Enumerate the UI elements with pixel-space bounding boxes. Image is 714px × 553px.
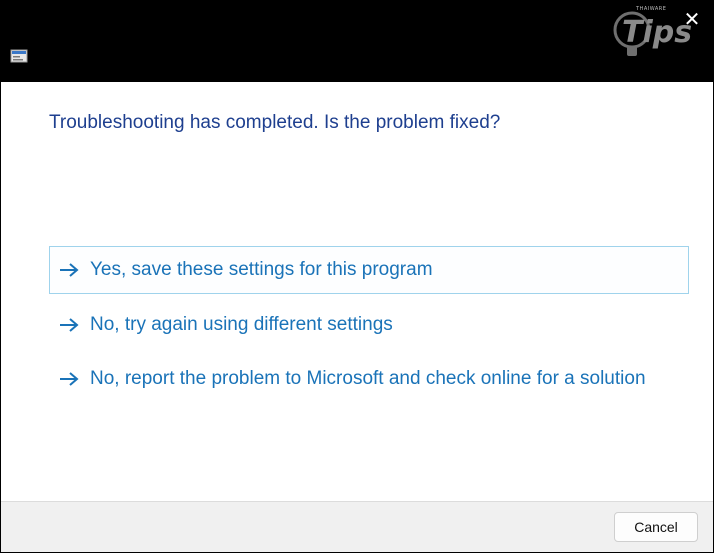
option-label: Yes, save these settings for this progra… — [90, 259, 433, 280]
option-label: No, try again using different settings — [90, 314, 393, 335]
arrow-right-icon — [60, 372, 79, 386]
troubleshooter-icon — [10, 49, 28, 63]
dialog-footer: Cancel — [1, 501, 713, 552]
cancel-button[interactable]: Cancel — [614, 512, 698, 542]
dialog-content: Troubleshooting has completed. Is the pr… — [1, 82, 713, 501]
option-yes-save-settings[interactable]: Yes, save these settings for this progra… — [49, 246, 689, 294]
watermark-small-text: THAIWARE — [636, 6, 667, 12]
option-no-report-problem[interactable]: No, report the problem to Microsoft and … — [49, 355, 689, 403]
arrow-right-icon — [60, 318, 79, 332]
arrow-right-icon — [60, 263, 79, 277]
title-bar: Tips THAIWARE ✕ — [0, 0, 714, 82]
question-heading: Troubleshooting has completed. Is the pr… — [49, 112, 501, 133]
option-label: No, report the problem to Microsoft and … — [90, 368, 646, 389]
close-icon: ✕ — [683, 7, 701, 31]
close-button[interactable]: ✕ — [678, 6, 706, 32]
option-no-try-again[interactable]: No, try again using different settings — [49, 301, 689, 349]
